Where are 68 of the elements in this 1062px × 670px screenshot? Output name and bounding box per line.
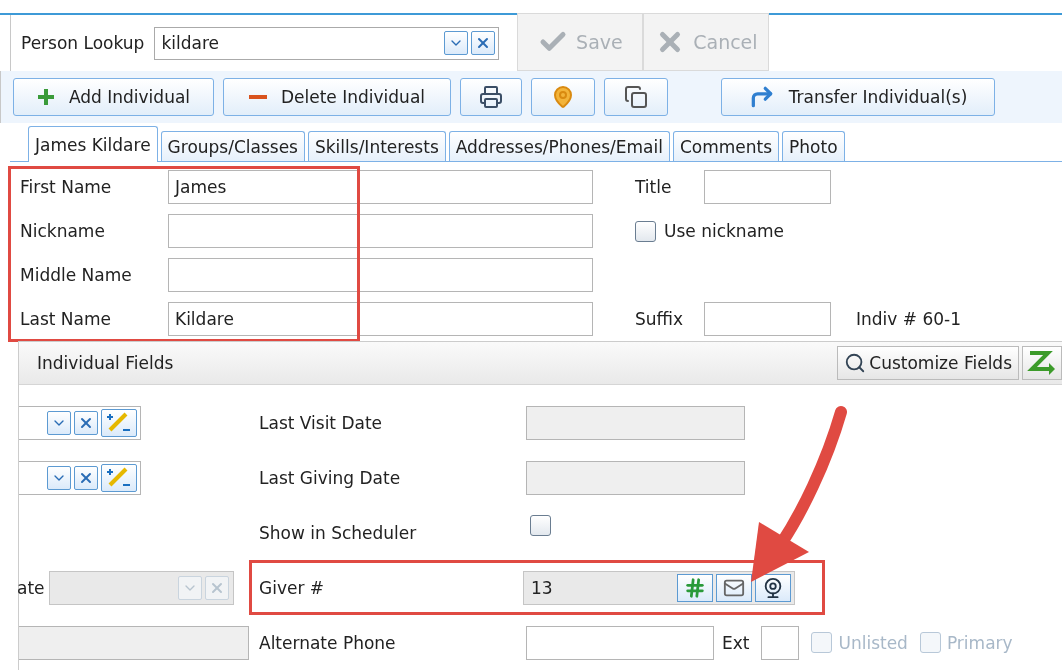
webcam-icon	[762, 576, 784, 599]
lookup-label: Person Lookup	[21, 33, 145, 54]
zigzag-arrow-icon	[1027, 348, 1057, 375]
input-field[interactable]: Kildare	[168, 302, 593, 337]
edit-button[interactable]	[101, 463, 137, 492]
input-field[interactable]	[168, 214, 593, 249]
number-button[interactable]	[677, 573, 713, 602]
checkbox[interactable]	[530, 515, 551, 536]
clear-button[interactable]	[74, 410, 98, 435]
copy-icon	[624, 85, 648, 110]
dropdown-button[interactable]	[47, 465, 71, 490]
field-label: Last Visit Date	[259, 412, 384, 433]
copy-button[interactable]	[604, 78, 668, 117]
search-icon	[844, 352, 867, 374]
dropdown-button[interactable]	[47, 410, 71, 435]
printer-icon	[479, 85, 503, 110]
input-field[interactable]	[526, 405, 745, 440]
input-field[interactable]: James	[168, 170, 593, 205]
tab[interactable]: James Kildare	[28, 126, 158, 163]
field-label: Giver #	[259, 577, 326, 598]
tab[interactable]: Photo	[782, 131, 845, 162]
lookup-combo[interactable]: kildare	[154, 26, 500, 60]
tab[interactable]: Groups/Classes	[160, 131, 305, 162]
input-field[interactable]	[168, 258, 593, 293]
input-field[interactable]	[704, 170, 831, 205]
minus-icon	[248, 94, 267, 101]
map-pin-icon	[551, 85, 575, 110]
checkbox-label: Use nickname	[664, 221, 785, 242]
tab[interactable]: Addresses/Phones/Email	[448, 131, 670, 162]
individual-number: Indiv # 60-1	[856, 309, 961, 330]
field-label: Middle Name	[20, 265, 133, 286]
input-field[interactable]	[526, 625, 714, 660]
add-button[interactable]: Add Individual	[13, 78, 214, 117]
camera-button[interactable]	[755, 573, 791, 602]
giver-number-field[interactable]: 13	[523, 570, 795, 605]
field-label: Nickname	[20, 221, 106, 242]
delete-button[interactable]: Delete Individual	[223, 78, 451, 117]
customize-fields-button[interactable]: Customize Fields	[837, 346, 1019, 380]
panel-title: Individual Fields	[37, 353, 174, 373]
field-label: Last Name	[20, 309, 112, 330]
hash-icon	[684, 576, 706, 599]
map-button[interactable]	[531, 78, 595, 117]
tab[interactable]: Comments	[672, 131, 780, 162]
field-label: Suffix	[635, 309, 685, 330]
field-label: Title	[635, 177, 673, 198]
input-field[interactable]	[526, 460, 745, 495]
email-button[interactable]	[716, 573, 752, 602]
field-label: Show in Scheduler	[259, 522, 418, 543]
clear-button[interactable]	[471, 31, 496, 56]
input-field[interactable]	[761, 625, 800, 660]
sort-button[interactable]	[1022, 346, 1062, 380]
plus-icon	[36, 88, 55, 107]
field-label: First Name	[20, 177, 113, 198]
tab[interactable]: Skills/Interests	[308, 131, 446, 162]
edit-button[interactable]	[101, 408, 137, 437]
input-field[interactable]	[19, 625, 249, 660]
field-label: Last Giving Date	[259, 467, 402, 488]
clear-button[interactable]	[74, 465, 98, 490]
print-button[interactable]	[460, 78, 522, 117]
combo-field[interactable]	[19, 460, 141, 495]
field-label: Alternate Phone	[259, 632, 397, 653]
field-label: ate	[17, 577, 45, 598]
combo-field[interactable]	[19, 405, 141, 440]
dropdown-button[interactable]	[444, 31, 469, 56]
input-field[interactable]	[704, 302, 831, 337]
transfer-button[interactable]: Transfer Individual(s)	[721, 78, 995, 117]
field-label: Ext	[722, 632, 750, 653]
checkbox[interactable]	[635, 220, 656, 242]
